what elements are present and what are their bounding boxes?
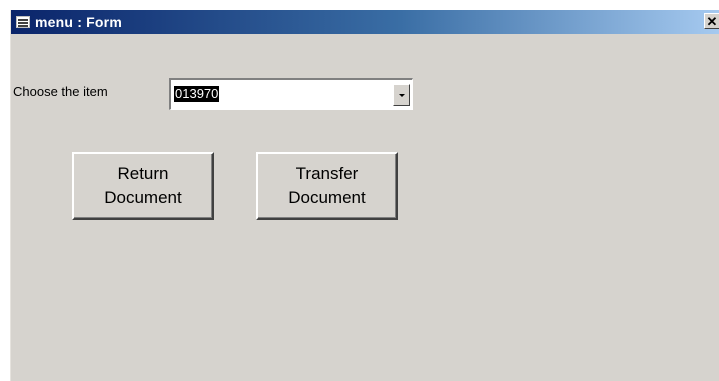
close-button[interactable]: ✕ (704, 13, 719, 29)
chevron-down-icon (398, 93, 405, 97)
return-document-button[interactable]: Return Document (72, 152, 214, 220)
item-combo-value[interactable]: 013970 (174, 86, 220, 102)
close-icon: ✕ (706, 13, 718, 29)
window-title: menu : Form (35, 14, 122, 30)
transfer-document-button[interactable]: Transfer Document (256, 152, 398, 220)
item-combo-box[interactable]: 013970 (169, 78, 413, 110)
combo-dropdown-button[interactable] (393, 84, 410, 106)
form-icon (16, 16, 30, 28)
title-bar[interactable]: menu : Form ✕ (11, 10, 719, 34)
choose-item-label: Choose the item (13, 84, 108, 99)
form-window: menu : Form ✕ Choose the item 013970 Ret… (10, 10, 719, 381)
